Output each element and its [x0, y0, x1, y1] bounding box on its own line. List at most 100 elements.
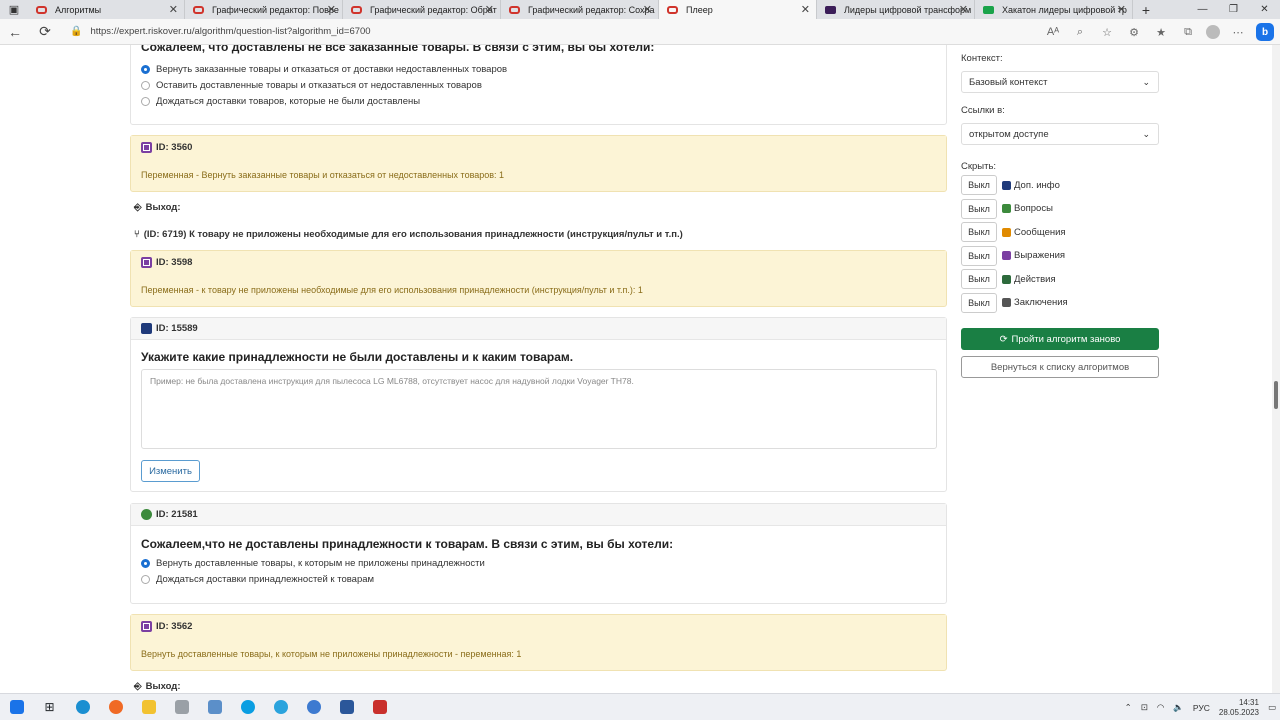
close-tab-icon[interactable]: ✕	[169, 3, 178, 16]
clock[interactable]: 14:31 28.05.2023	[1219, 698, 1259, 718]
browser-tab[interactable]: Графический редактор: Обрат ✕	[343, 0, 501, 19]
app-icon[interactable]	[165, 694, 198, 721]
notification-icon[interactable]: ▭	[1268, 702, 1276, 713]
close-tab-icon[interactable]: ✕	[1117, 3, 1126, 16]
toggle-label: Действия	[1014, 273, 1056, 285]
hide-toggle-row: Выкл Вопросы	[961, 198, 1053, 219]
favorites-icon[interactable]: ★	[1152, 23, 1170, 41]
toggle-off-button[interactable]: Выкл	[961, 222, 997, 242]
answer-textarea[interactable]: Пример: не была доставлена инструкция дл…	[141, 369, 937, 449]
toggle-off-button[interactable]: Выкл	[961, 269, 997, 289]
read-aloud-icon[interactable]: Aᴬ	[1044, 23, 1062, 41]
radio-option[interactable]: Оставить доставленные товары и отказатьс…	[131, 77, 946, 93]
toggle-off-button[interactable]: Выкл	[961, 245, 997, 266]
close-tab-icon[interactable]: ✕	[959, 3, 968, 16]
app-icon[interactable]	[198, 694, 231, 721]
tab-title: Графический редактор: Сохра	[528, 4, 655, 15]
toggle-off-button[interactable]: Выкл	[961, 175, 997, 195]
restore-icon[interactable]: ❐	[1218, 0, 1249, 19]
time: 14:31	[1238, 697, 1259, 707]
telegram-icon[interactable]	[264, 694, 297, 721]
more-icon[interactable]: ⋯	[1229, 23, 1247, 41]
speaker-icon[interactable]: 🔈	[1173, 702, 1184, 713]
toggle-off-button[interactable]: Выкл	[961, 292, 997, 313]
url-text: https://expert.riskover.ru/algorithm/que…	[90, 26, 371, 37]
radio-option[interactable]: Дождаться доставки принадлежностей к тов…	[131, 571, 946, 587]
url-field[interactable]: 🔒 https://expert.riskover.ru/algorithm/q…	[70, 26, 371, 37]
profile-icon[interactable]	[1206, 25, 1220, 39]
app-icon[interactable]	[363, 694, 396, 721]
purple-square-icon	[825, 5, 836, 14]
bing-icon[interactable]: b	[1256, 23, 1274, 41]
radio-button[interactable]	[141, 64, 150, 74]
toggle-label: Вопросы	[1014, 203, 1053, 214]
question-title: Сожалеем,что не доставлены принадлежност…	[141, 537, 674, 551]
browser-tab[interactable]: Лидеры цифровой трансформ ✕	[817, 0, 975, 19]
browser-tab[interactable]: Алгоритмы ✕	[28, 0, 185, 19]
restart-algorithm-button[interactable]: ⟳ Пройти алгоритм заново	[961, 328, 1159, 350]
browser-tab[interactable]: Графический редактор: Повре ✕	[185, 0, 343, 19]
app-icon[interactable]	[297, 694, 330, 721]
hide-toggle-row: Выкл Сообщения	[961, 222, 1066, 242]
close-window-icon[interactable]: ✕	[1249, 0, 1280, 19]
toggle-off-button[interactable]: Выкл	[961, 198, 997, 219]
start-icon[interactable]	[0, 694, 33, 721]
radio-button[interactable]	[141, 558, 150, 568]
radio-button[interactable]	[141, 80, 150, 90]
expression-text: Вернуть доставленные товары, к которым н…	[141, 649, 522, 659]
links-select[interactable]: открытом доступе ⌄	[961, 123, 1159, 145]
radio-option[interactable]: Вернуть доставленные товары, к которым н…	[131, 555, 946, 571]
expression-text: Переменная - Вернуть заказанные товары и…	[141, 170, 505, 180]
new-tab-button[interactable]: +	[1133, 0, 1159, 19]
radio-button[interactable]	[141, 574, 150, 584]
context-label: Контекст:	[961, 53, 1003, 64]
language-indicator[interactable]: РУС	[1193, 703, 1210, 713]
task-view-icon[interactable]: ⊞	[33, 694, 66, 721]
extensions-icon[interactable]: ⚙	[1125, 23, 1143, 41]
hide-toggle-row: Выкл Выражения	[961, 245, 1065, 266]
zoom-icon[interactable]: ⌕	[1071, 23, 1089, 41]
browser-tab[interactable]: Хакатон лидеры цифровой тр ✕	[975, 0, 1133, 19]
firefox-icon[interactable]	[99, 694, 132, 721]
hide-toggle-row: Выкл Заключения	[961, 292, 1068, 313]
browser-tab-strip: ▣ Алгоритмы ✕ Графический редактор: Повр…	[0, 0, 1280, 19]
browser-tab[interactable]: Графический редактор: Сохра ✕	[501, 0, 659, 19]
expression-card: ID: 3598 Переменная - к товару не прилож…	[130, 250, 947, 307]
word-icon[interactable]	[330, 694, 363, 721]
wifi-icon[interactable]: ◠	[1157, 702, 1164, 713]
skype-icon[interactable]	[231, 694, 264, 721]
context-select[interactable]: Базовый контекст ⌄	[961, 71, 1159, 93]
edge-icon[interactable]	[66, 694, 99, 721]
close-tab-icon[interactable]: ✕	[801, 3, 810, 16]
radio-button[interactable]	[141, 96, 150, 106]
browser-tab[interactable]: Плеер ✕	[659, 0, 817, 19]
window-menu-icon[interactable]: ▣	[0, 0, 28, 19]
chevron-up-icon[interactable]: ⌃	[1125, 702, 1132, 713]
explorer-icon[interactable]	[132, 694, 165, 721]
reload-icon[interactable]: ⟳	[30, 23, 60, 40]
minimize-icon[interactable]: —	[1187, 0, 1218, 19]
algorithm-link[interactable]: ⑂ (ID: 6719) К товару не приложены необх…	[134, 229, 683, 240]
back-icon[interactable]: ←	[0, 24, 30, 40]
tab-title: Графический редактор: Обрат	[370, 4, 497, 15]
collections-icon[interactable]: ⧉	[1179, 23, 1197, 41]
back-to-list-button[interactable]: Вернуться к списку алгоритмов	[961, 356, 1159, 378]
question-title: Сожалеем, что доставлены не все заказанн…	[141, 45, 655, 54]
windows-taskbar: ⊞ ⌃ ⊡ ◠ 🔈 РУС 14:31 28.05.2023 ▭	[0, 693, 1280, 720]
red-frame-icon	[667, 5, 678, 14]
scrollbar-thumb[interactable]	[1274, 381, 1278, 409]
edit-button[interactable]: Изменить	[141, 460, 200, 482]
network-icon[interactable]: ⊡	[1141, 702, 1148, 713]
close-tab-icon[interactable]: ✕	[643, 3, 652, 16]
radio-option[interactable]: Вернуть заказанные товары и отказаться о…	[131, 61, 946, 77]
browser-toolbar: Aᴬ ⌕ ☆ ⚙ ★ ⧉ ⋯ b	[1044, 23, 1274, 41]
page-scrollbar[interactable]	[1272, 45, 1280, 693]
close-tab-icon[interactable]: ✕	[485, 3, 494, 16]
radio-option[interactable]: Дождаться доставки товаров, которые не б…	[131, 93, 946, 109]
card-id: ID: 3562	[156, 620, 193, 632]
favorite-star-icon[interactable]: ☆	[1098, 23, 1116, 41]
radio-label: Дождаться доставки принадлежностей к тов…	[156, 573, 375, 585]
radio-label: Оставить доставленные товары и отказатьс…	[156, 79, 482, 91]
close-tab-icon[interactable]: ✕	[327, 3, 336, 16]
toggle-label: Сообщения	[1014, 226, 1066, 238]
